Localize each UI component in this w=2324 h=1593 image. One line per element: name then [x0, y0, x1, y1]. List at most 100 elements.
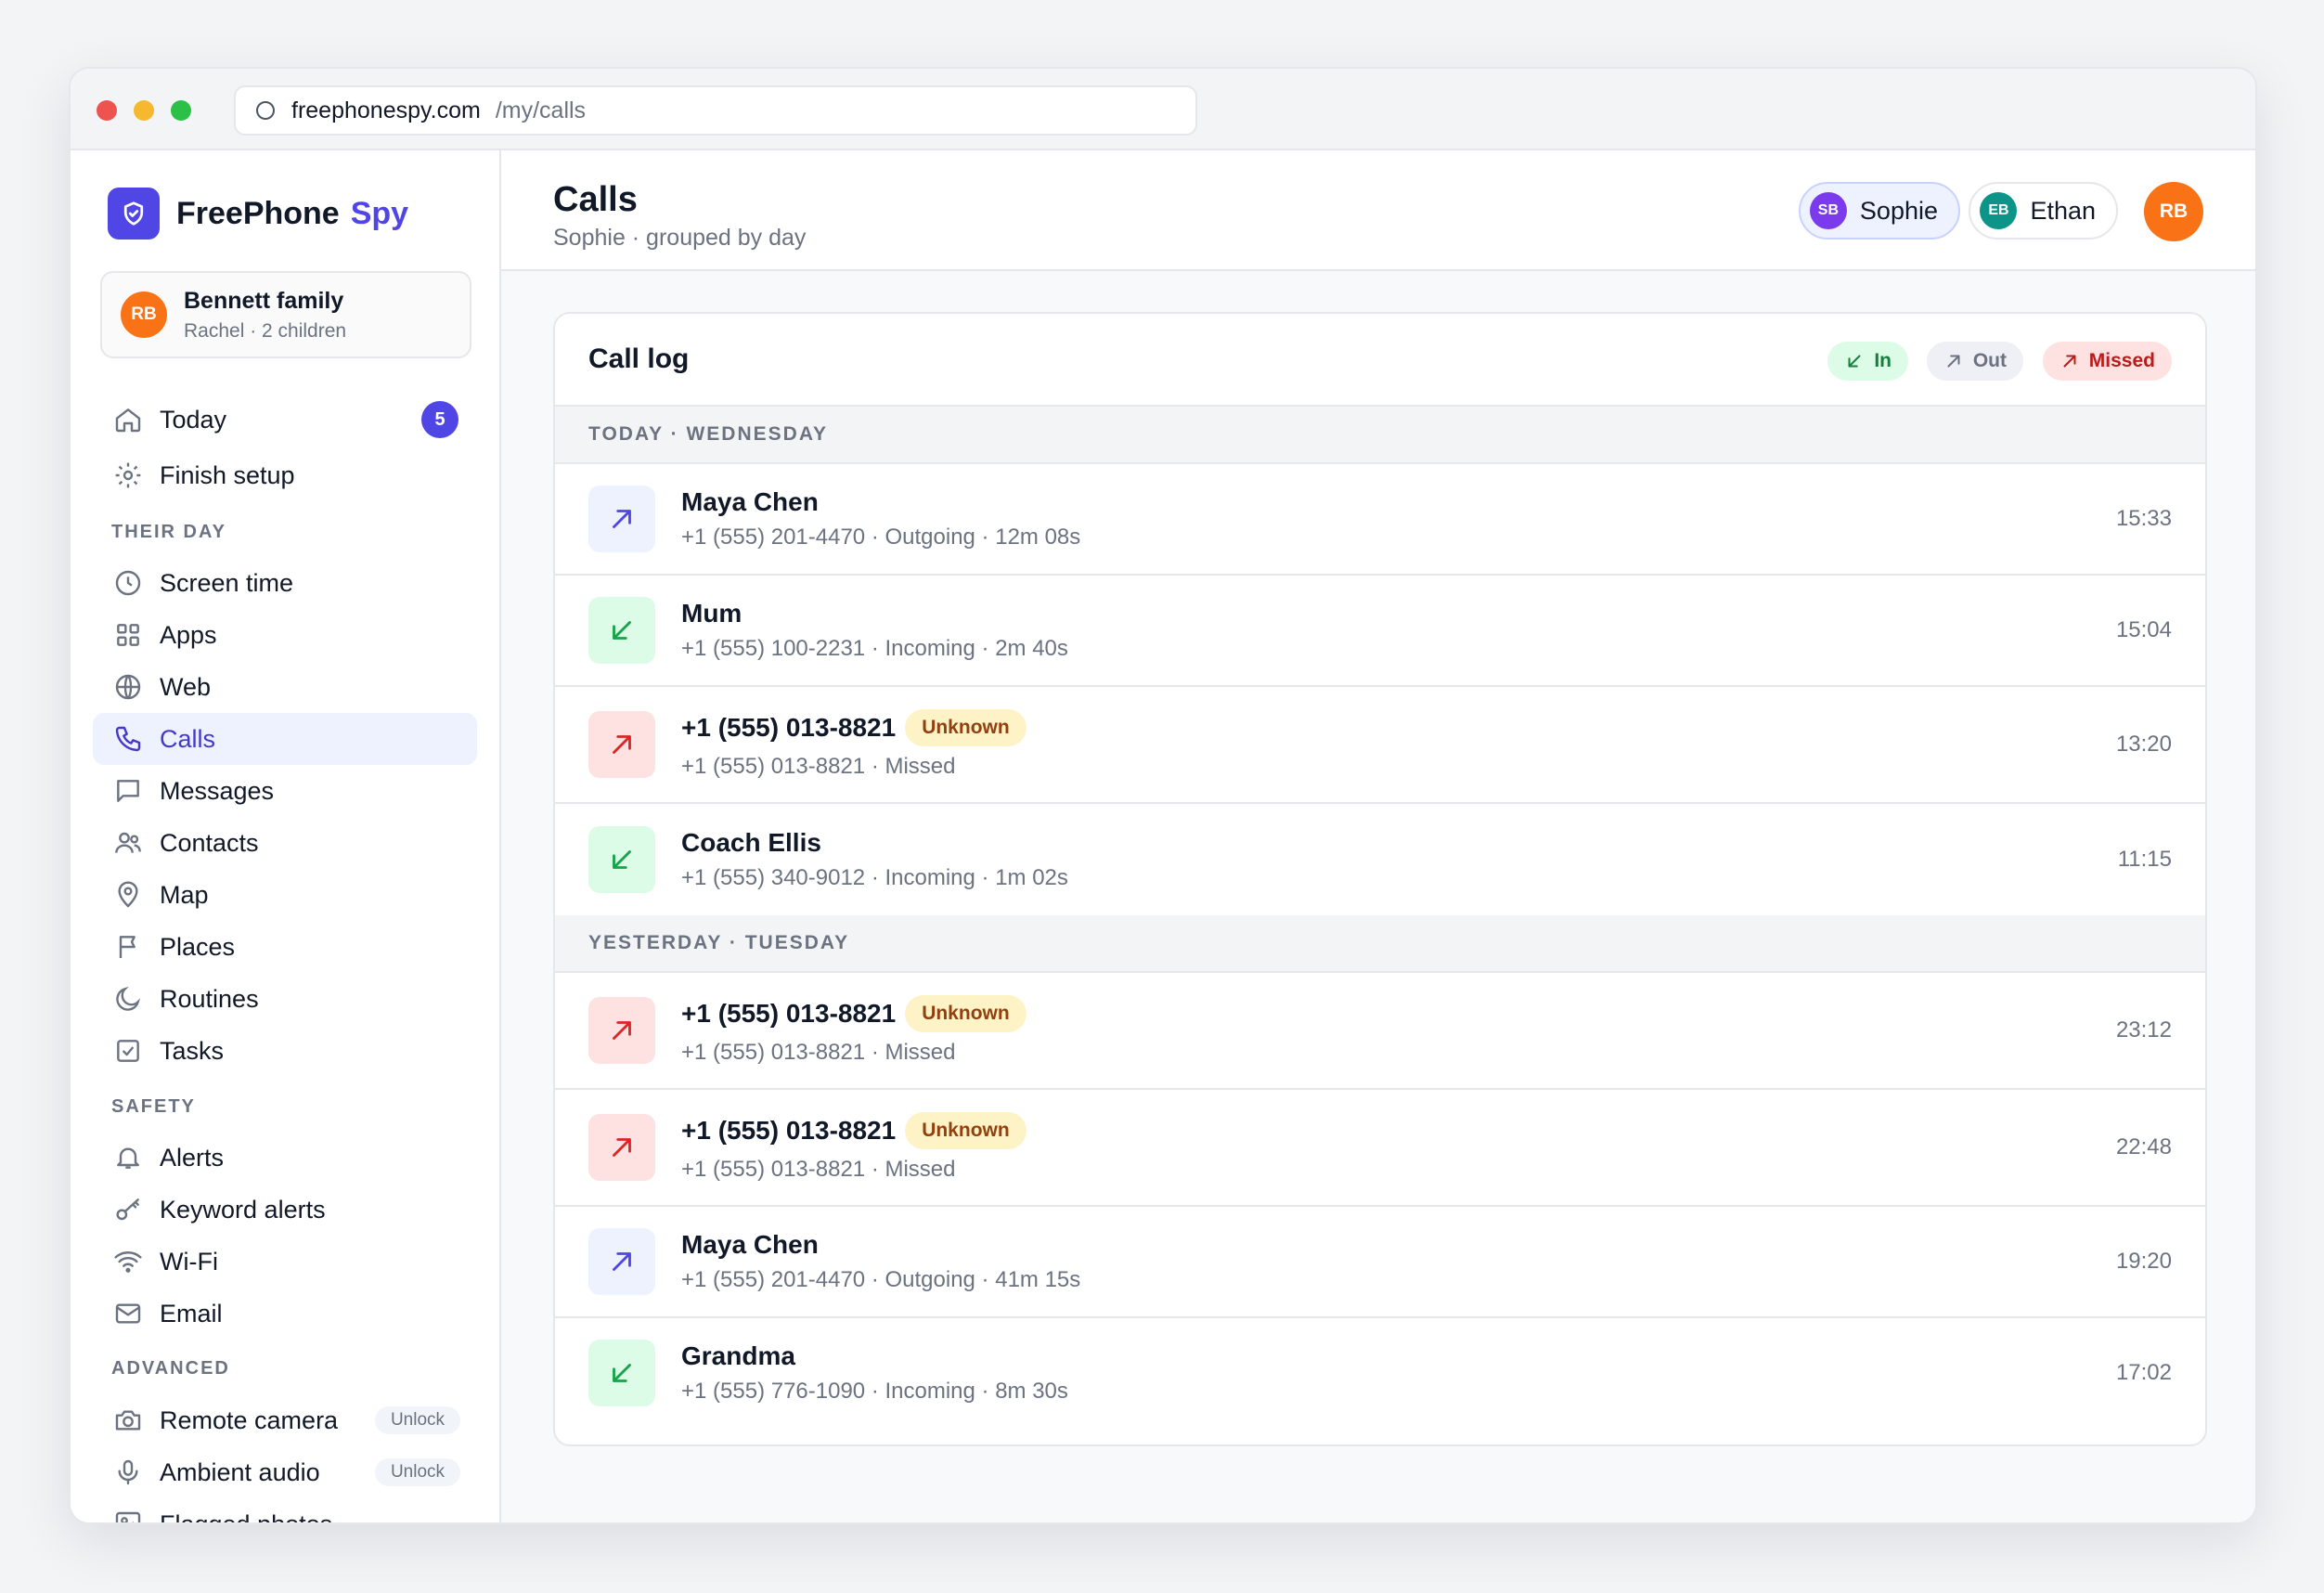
minimize-window-dot[interactable] [134, 100, 154, 121]
sidebar-item-map[interactable]: Map [93, 869, 477, 921]
sidebar-item-alerts[interactable]: Alerts [93, 1132, 477, 1184]
day-group-header: TODAY · WEDNESDAY [555, 407, 2205, 464]
sidebar-item-screen-time[interactable]: Screen time [93, 557, 477, 609]
mail-icon [115, 1303, 141, 1324]
unlock-badge[interactable]: Unlock [375, 1406, 460, 1434]
sidebar-item-web[interactable]: Web [93, 661, 477, 713]
sidebar-item-label: Contacts [160, 828, 259, 857]
camera-icon [115, 1410, 141, 1431]
flag-icon [119, 936, 136, 958]
site-info-icon [256, 101, 275, 120]
url-path: /my/calls [495, 97, 587, 123]
family-switcher[interactable]: RB Bennett family Rachel · 2 children [100, 271, 471, 358]
sidebar-item-contacts[interactable]: Contacts [93, 817, 477, 869]
child-name: Ethan [2030, 196, 2096, 225]
maximize-window-dot[interactable] [171, 100, 191, 121]
call-contact-name: Maya Chen [681, 1230, 819, 1259]
sidebar-item-calls[interactable]: Calls [93, 713, 477, 765]
url-domain: freephonespy.com [291, 97, 481, 123]
family-subtitle: Rachel · 2 children [184, 319, 347, 342]
moon-icon [116, 986, 141, 1011]
unknown-badge: Unknown [905, 995, 1026, 1032]
sidebar-item-label: Tasks [160, 1036, 225, 1065]
sidebar-item-label: Ambient audio [160, 1457, 320, 1486]
sidebar-item-today[interactable]: Today 5 [93, 394, 477, 446]
sidebar-item-label: Flagged photos [160, 1510, 332, 1523]
sidebar-item-label: Places [160, 932, 236, 961]
call-row[interactable]: Grandma +1 (555) 776-1090 · Incoming · 8… [555, 1318, 2205, 1428]
sidebar-item-label: Screen time [160, 568, 294, 597]
microphone-icon [118, 1459, 138, 1485]
sidebar-item-wifi[interactable]: Wi-Fi [93, 1236, 477, 1288]
section-label-safety: SAFETY [111, 1096, 196, 1117]
sidebar-item-label: Finish setup [160, 460, 295, 489]
arrow-up-right-icon [1947, 355, 1960, 368]
sidebar-item-email[interactable]: Email [93, 1288, 477, 1340]
call-time: 22:48 [2115, 1134, 2172, 1159]
section-label-advanced: ADVANCED [111, 1358, 230, 1379]
sidebar-item-messages[interactable]: Messages [93, 765, 477, 817]
sidebar-item-label: Calls [160, 724, 216, 753]
close-window-dot[interactable] [97, 100, 117, 121]
browser-chrome: freephonespy.com /my/calls [71, 69, 2255, 150]
sidebar-item-flagged-photos[interactable]: Flagged photos [93, 1498, 477, 1522]
sidebar-item-places[interactable]: Places [93, 921, 477, 973]
arrow-down-left-icon [1848, 355, 1861, 368]
call-row[interactable]: Maya Chen +1 (555) 201-4470 · Outgoing ·… [555, 1207, 2205, 1318]
legend-missed[interactable]: Missed [2042, 342, 2172, 381]
call-detail: +1 (555) 776-1090 · Incoming · 8m 30s [681, 1379, 1068, 1404]
unlock-badge[interactable]: Unlock [375, 1458, 460, 1486]
child-avatar: SB [1809, 192, 1847, 229]
call-time: 19:20 [2115, 1249, 2172, 1274]
call-time: 15:04 [2115, 617, 2172, 642]
sidebar-item-label: Messages [160, 776, 275, 805]
legend-in[interactable]: In [1827, 342, 1908, 381]
sidebar-item-label: Keyword alerts [160, 1195, 326, 1224]
call-row[interactable]: Mum +1 (555) 100-2231 · Incoming · 2m 40… [555, 576, 2205, 687]
call-row[interactable]: +1 (555) 013-8821 Unknown +1 (555) 013-88… [555, 1090, 2205, 1207]
sidebar-item-ambient-audio[interactable]: Ambient audio Unlock [93, 1446, 477, 1498]
user-avatar[interactable]: RB [2144, 182, 2203, 241]
brand-logo[interactable]: FreePhone Spy [108, 188, 408, 240]
gear-icon [115, 462, 141, 488]
bell-icon [117, 1147, 139, 1169]
call-direction-icon [588, 997, 655, 1064]
phone-icon [115, 726, 141, 752]
legend-out[interactable]: Out [1926, 342, 2023, 381]
child-avatar: EB [1980, 192, 2018, 229]
sidebar-item-apps[interactable]: Apps [93, 609, 477, 661]
address-bar[interactable]: freephonespy.com /my/calls [234, 85, 1197, 136]
call-detail: +1 (555) 013-8821 · Missed [681, 754, 956, 779]
arrow-up-right-icon [613, 1021, 631, 1040]
sidebar-item-label: Wi-Fi [160, 1247, 218, 1276]
day-group-header: YESTERDAY · TUESDAY [555, 915, 2205, 973]
sidebar-item-label: Web [160, 672, 212, 701]
sidebar-item-label: Today [160, 405, 227, 434]
clock-icon [115, 570, 141, 596]
family-title: Bennett family [184, 287, 344, 314]
sidebar-item-tasks[interactable]: Tasks [93, 1025, 477, 1077]
call-list: TODAY · WEDNESDAY Maya Chen +1 (555) 201… [555, 407, 2205, 1428]
call-row[interactable]: +1 (555) 013-8821 Unknown +1 (555) 013-88… [555, 973, 2205, 1090]
call-row[interactable]: Maya Chen +1 (555) 201-4470 · Outgoing ·… [555, 464, 2205, 576]
call-direction-icon [588, 1228, 655, 1295]
section-label-their-day: THEIR DAY [111, 522, 226, 542]
sidebar-item-label: Remote camera [160, 1405, 339, 1434]
sidebar-item-remote-camera[interactable]: Remote camera Unlock [93, 1394, 477, 1446]
sidebar-item-routines[interactable]: Routines [93, 973, 477, 1025]
sidebar-item-keyword-alerts[interactable]: Keyword alerts [93, 1184, 477, 1236]
unknown-badge: Unknown [905, 709, 1026, 746]
child-chip-sophie[interactable]: SB Sophie [1798, 182, 1960, 240]
call-direction-icon [588, 1340, 655, 1406]
call-time: 17:02 [2115, 1360, 2172, 1385]
checkbox-icon [117, 1040, 139, 1062]
call-row[interactable]: Coach Ellis +1 (555) 340-9012 · Incoming… [555, 804, 2205, 915]
call-log-title: Call log [588, 343, 690, 374]
call-time: 15:33 [2115, 506, 2172, 531]
child-chip-ethan[interactable]: EB Ethan [1969, 182, 2118, 240]
call-contact-name: Grandma [681, 1341, 795, 1370]
arrow-up-right-icon [2063, 355, 2076, 368]
sidebar-item-finish-setup[interactable]: Finish setup [93, 449, 477, 501]
call-detail: +1 (555) 340-9012 · Incoming · 1m 02s [681, 865, 1068, 890]
call-row[interactable]: +1 (555) 013-8821 Unknown +1 (555) 013-88… [555, 687, 2205, 804]
